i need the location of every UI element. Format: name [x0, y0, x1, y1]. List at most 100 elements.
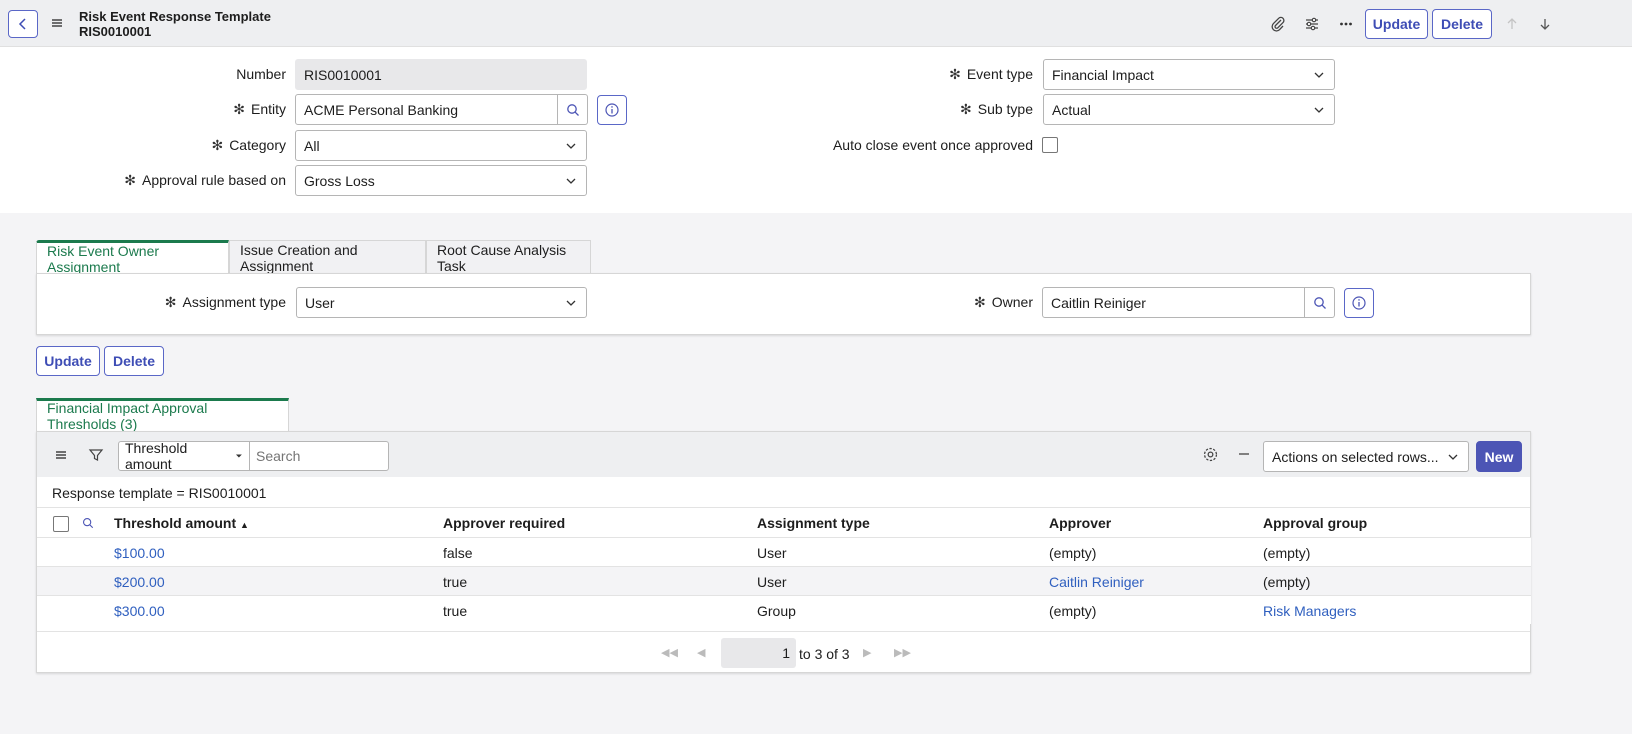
- caret-down-icon: [236, 454, 243, 458]
- approver-required-cell: false: [443, 545, 473, 561]
- chevron-down-icon: [566, 178, 576, 184]
- page-title: Risk Event Response Template RIS0010001: [79, 9, 271, 39]
- header-update-button[interactable]: Update: [1365, 9, 1428, 39]
- threshold-amount-link[interactable]: $300.00: [114, 603, 165, 619]
- next-record-button[interactable]: [1530, 9, 1560, 39]
- required-icon: ✻: [233, 101, 245, 117]
- entity-label: ✻ Entity: [130, 101, 286, 118]
- arrow-up-icon: [1507, 18, 1517, 29]
- approver-link[interactable]: Caitlin Reiniger: [1049, 574, 1144, 590]
- next-page-icon[interactable]: ▶: [863, 646, 871, 659]
- search-column-value: Threshold amount: [125, 440, 188, 472]
- column-search-icon[interactable]: [82, 516, 94, 532]
- required-icon: ✻: [211, 137, 224, 153]
- list-breadcrumb[interactable]: Response template = RIS0010001: [52, 485, 266, 501]
- filter-icon[interactable]: [88, 447, 104, 466]
- previous-record-button[interactable]: [1497, 9, 1527, 39]
- new-button[interactable]: New: [1476, 441, 1522, 472]
- previous-page-icon[interactable]: ◀: [697, 646, 705, 659]
- required-icon: ✻: [960, 101, 972, 117]
- assignment-type-cell: User: [757, 574, 787, 590]
- category-label-text: Category: [229, 137, 286, 153]
- personalize-button[interactable]: [1297, 9, 1327, 39]
- table-header: Threshold amount ▲ Approver required Ass…: [37, 507, 1530, 537]
- owner-lookup-button[interactable]: [1305, 287, 1335, 318]
- sub-type-select[interactable]: Actual: [1043, 94, 1335, 125]
- update-button[interactable]: Update: [36, 346, 100, 376]
- tab-issue-creation-and-assignment[interactable]: Issue Creation and Assignment: [229, 240, 426, 274]
- column-approver[interactable]: Approver: [1049, 515, 1111, 531]
- context-menu-icon[interactable]: [50, 16, 64, 33]
- sub-type-value: Actual: [1052, 101, 1091, 118]
- table-row: $300.00 true Group (empty) Risk Managers: [37, 595, 1531, 624]
- sub-type-label-text: Sub type: [977, 101, 1033, 117]
- section-tabs: Risk Event Owner Assignment Issue Creati…: [36, 240, 591, 275]
- required-icon: ✻: [124, 172, 136, 188]
- list-search-input[interactable]: [249, 441, 389, 471]
- thresholds-list: Threshold amount Actions on selected row…: [36, 431, 1531, 673]
- header-delete-button[interactable]: Delete: [1432, 9, 1492, 39]
- actions-select-value: Actions on selected rows...: [1272, 448, 1439, 465]
- owner-preview-button[interactable]: [1344, 288, 1374, 318]
- auto-close-checkbox[interactable]: [1042, 137, 1058, 153]
- approver-required-cell: true: [443, 574, 468, 590]
- list-menu-icon[interactable]: [54, 448, 68, 465]
- owner-field[interactable]: Caitlin Reiniger: [1042, 287, 1305, 318]
- delete-button[interactable]: Delete: [104, 346, 164, 376]
- attachment-button[interactable]: [1263, 9, 1293, 39]
- last-page-icon[interactable]: ▶▶: [894, 646, 911, 659]
- chevron-down-icon: [1314, 72, 1324, 78]
- collapse-list-icon[interactable]: [1236, 446, 1252, 465]
- page-number-input[interactable]: 1: [721, 638, 796, 668]
- event-type-label-text: Event type: [966, 66, 1033, 82]
- chevron-left-icon: [18, 18, 26, 30]
- tab-root-cause-analysis-task[interactable]: Root Cause Analysis Task: [426, 240, 591, 274]
- actions-on-selected-select[interactable]: Actions on selected rows...: [1263, 441, 1469, 472]
- owner-label-text: Owner: [991, 294, 1033, 310]
- assignment-type-label-text: Assignment type: [182, 294, 287, 310]
- list-settings-icon[interactable]: [1202, 446, 1219, 466]
- back-button[interactable]: [8, 10, 38, 38]
- column-assignment-type[interactable]: Assignment type: [757, 515, 870, 531]
- search-icon: [1313, 296, 1326, 309]
- entity-lookup-button[interactable]: [558, 94, 588, 125]
- select-all-checkbox[interactable]: [53, 516, 69, 532]
- column-approver-required[interactable]: Approver required: [443, 515, 565, 531]
- table-row: $200.00 true User Caitlin Reiniger (empt…: [37, 566, 1531, 595]
- approval-rule-label-text: Approval rule based on: [142, 172, 286, 188]
- more-options-button[interactable]: [1331, 9, 1361, 39]
- column-approval-group[interactable]: Approval group: [1263, 515, 1367, 531]
- ellipsis-icon: [1340, 22, 1352, 26]
- entity-field[interactable]: ACME Personal Banking: [295, 94, 558, 125]
- event-type-label: ✻ Event type: [880, 66, 1033, 83]
- entity-preview-button[interactable]: [597, 95, 627, 125]
- threshold-amount-link[interactable]: $200.00: [114, 574, 165, 590]
- number-label: Number: [236, 66, 286, 82]
- first-page-icon[interactable]: ◀◀: [661, 646, 678, 659]
- form-header: Risk Event Response Template RIS0010001 …: [0, 0, 1632, 47]
- approval-group-link[interactable]: Risk Managers: [1263, 603, 1356, 619]
- sliders-icon: [1306, 17, 1318, 31]
- paperclip-icon: [1271, 16, 1285, 32]
- approval-rule-select[interactable]: Gross Loss: [295, 165, 587, 196]
- search-column-select[interactable]: Threshold amount: [118, 440, 250, 472]
- number-field[interactable]: RIS0010001: [295, 59, 587, 90]
- chevron-down-icon: [1448, 454, 1458, 460]
- event-type-select[interactable]: Financial Impact: [1043, 59, 1335, 90]
- category-select[interactable]: All: [295, 130, 587, 161]
- approver-cell: (empty): [1049, 603, 1097, 619]
- pager-range: to 3 of 3: [799, 646, 850, 662]
- category-label: ✻ Category: [130, 137, 286, 154]
- info-icon: [605, 103, 619, 117]
- approval-group-cell: (empty): [1263, 574, 1311, 590]
- info-icon: [1352, 296, 1366, 310]
- tab-financial-impact-approval-thresholds[interactable]: Financial Impact Approval Thresholds (3): [36, 398, 289, 432]
- chevron-down-icon: [566, 143, 576, 149]
- threshold-amount-link[interactable]: $100.00: [114, 545, 165, 561]
- tab-risk-event-owner-assignment[interactable]: Risk Event Owner Assignment: [36, 240, 229, 275]
- arrow-down-icon: [1540, 19, 1550, 30]
- assignment-type-cell: User: [757, 545, 787, 561]
- owner-label: ✻ Owner: [930, 294, 1033, 311]
- column-threshold-amount[interactable]: Threshold amount ▲: [114, 515, 249, 531]
- assignment-type-select[interactable]: User: [296, 287, 587, 318]
